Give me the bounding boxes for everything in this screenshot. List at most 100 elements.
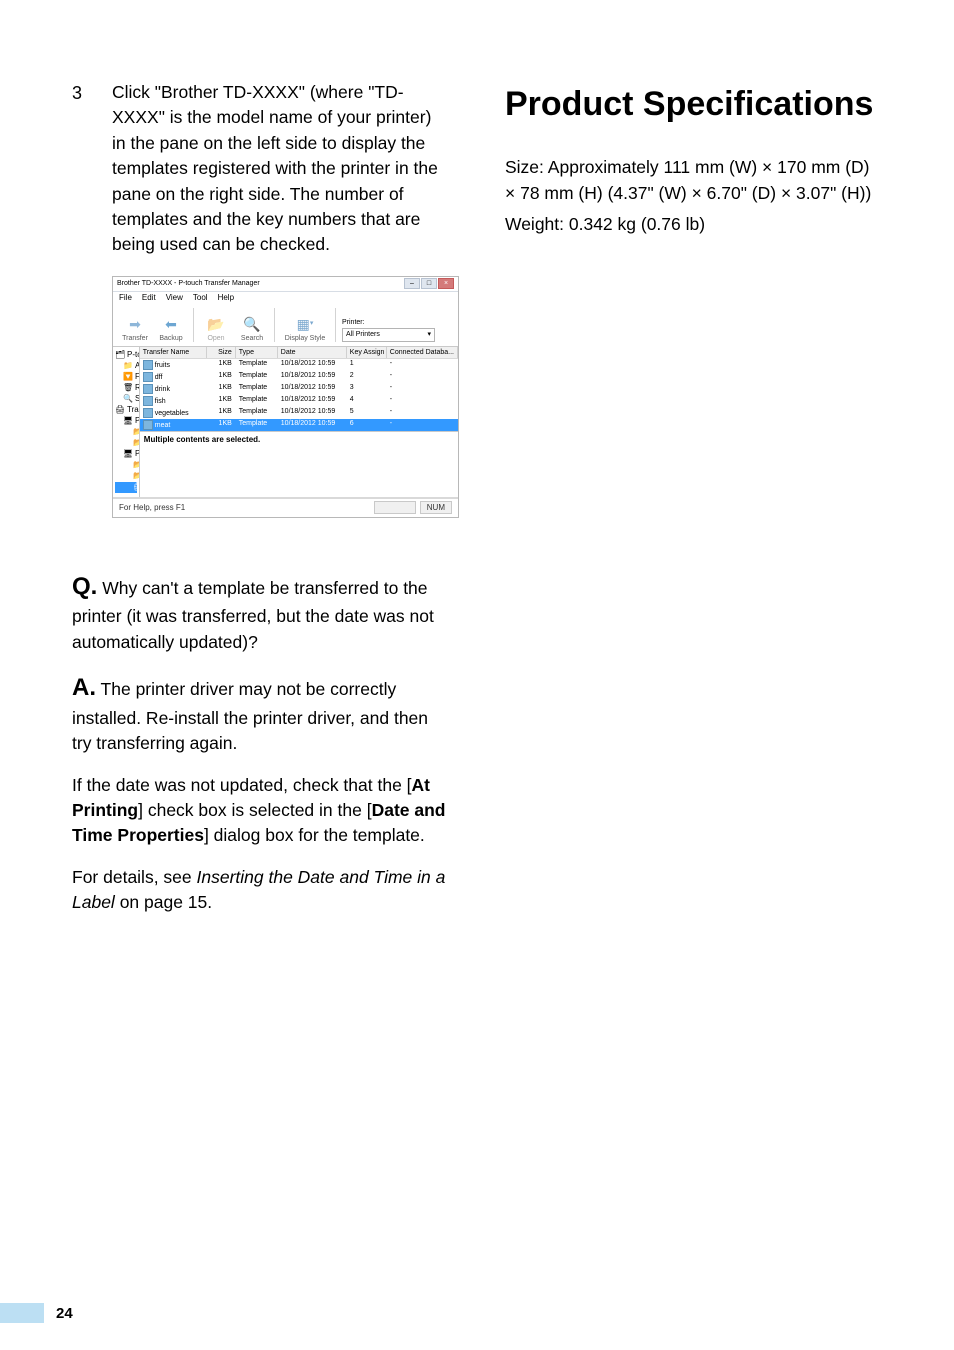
table-cell: 4 <box>347 395 387 407</box>
table-cell: 1KB <box>207 359 236 371</box>
template-icon <box>143 396 153 406</box>
col-connected-db[interactable]: Connected Databa... <box>387 347 458 358</box>
table-cell: Template <box>236 395 278 407</box>
table-cell: - <box>387 395 458 407</box>
table-row[interactable]: meat1KBTemplate10/18/2012 10:596- <box>140 419 458 431</box>
col-transfer-name[interactable]: Transfer Name <box>140 347 207 358</box>
q-prefix: Q. <box>72 573 97 600</box>
table-cell: - <box>387 359 458 371</box>
table-row[interactable]: vegetables1KBTemplate10/18/2012 10:595- <box>140 407 458 419</box>
folder-icon: 📂 <box>133 461 140 470</box>
footer-accent-bar <box>0 1303 44 1323</box>
menu-tool[interactable]: Tool <box>193 294 208 302</box>
table-cell: 10/18/2012 10:59 <box>278 395 347 407</box>
col-size[interactable]: Size <box>207 347 236 358</box>
template-icon <box>143 372 153 382</box>
backup-label: Backup <box>159 335 182 342</box>
tree-item-backups-1[interactable]: 📂Backups <box>115 438 137 449</box>
tree-item-selected-printer[interactable]: 🖨Brother TD-XXXX <box>115 482 137 493</box>
backup-icon: ⬅ <box>161 315 181 333</box>
answer-paragraph-3: For details, see Inserting the Date and … <box>72 865 449 916</box>
status-blank <box>374 501 416 514</box>
table-cell: 1 <box>347 359 387 371</box>
backup-button[interactable]: ⬅ Backup <box>155 315 187 342</box>
tree-pane[interactable]: 🗂 P-touch Library 📁All Contents 🔽Filter … <box>113 347 140 497</box>
tree-item-backups-2[interactable]: 📂Backups <box>115 471 137 482</box>
tree-item-pc-1[interactable]: 🖥PC (Brother TD-XXXX) <box>115 416 137 427</box>
tree-item-filter[interactable]: 🔽Filter <box>115 372 137 383</box>
filter-icon: 🔽 <box>123 373 132 382</box>
printer-label: Printer: <box>342 319 435 326</box>
table-cell: 1KB <box>207 383 236 395</box>
tree-item-pc-2[interactable]: 🖥PC (Brother TD-XXXX) <box>115 449 137 460</box>
tree-root-library[interactable]: 🗂 P-touch Library <box>115 350 137 361</box>
table-row[interactable]: fish1KBTemplate10/18/2012 10:594- <box>140 395 458 407</box>
table-cell: 2 <box>347 371 387 383</box>
table-cell: Template <box>236 383 278 395</box>
menu-edit[interactable]: Edit <box>142 294 156 302</box>
toolbar-separator <box>335 308 336 342</box>
table-cell: 10/18/2012 10:59 <box>278 419 347 431</box>
window-maximize-button[interactable]: □ <box>421 278 437 289</box>
step-3: 3 Click "Brother TD-XXXX" (where "TD-XXX… <box>72 80 449 258</box>
q-text: Why can't a template be transferred to t… <box>72 578 434 652</box>
search-button[interactable]: 🔍 Search <box>236 315 268 342</box>
tree-item-configurations-2[interactable]: 📂Configurations <box>115 460 137 471</box>
menu-view[interactable]: View <box>166 294 183 302</box>
folder-icon: 📁 <box>123 362 132 371</box>
folder-icon: 📂 <box>133 439 140 448</box>
step-number: 3 <box>72 80 94 258</box>
table-cell: meat <box>140 419 207 431</box>
toolbar-separator <box>274 308 275 342</box>
tree-root-transfer-manager[interactable]: 🖨 Transfer Manager <box>115 405 137 416</box>
table-row[interactable]: fruits1KBTemplate10/18/2012 10:591- <box>140 359 458 371</box>
table-cell: drink <box>140 383 207 395</box>
table-row[interactable]: drink1KBTemplate10/18/2012 10:593- <box>140 383 458 395</box>
open-button[interactable]: 📂 Open <box>200 315 232 342</box>
transfer-button[interactable]: ➡ Transfer <box>119 315 151 342</box>
display-style-button[interactable]: ▦▾ Display Style <box>281 315 329 342</box>
printer-icon: 🖨 <box>133 483 140 492</box>
page-number: 24 <box>56 1305 73 1322</box>
qa-section: Q. Why can't a template be transferred t… <box>72 570 449 916</box>
menu-help[interactable]: Help <box>218 294 234 302</box>
table-cell: 1KB <box>207 407 236 419</box>
table-header: Transfer Name Size Type Date Key Assign … <box>140 347 458 359</box>
preview-pane: Multiple contents are selected. <box>140 431 458 497</box>
printer-dropdown[interactable]: All Printers ▾ <box>342 328 435 342</box>
library-icon: 🗂 <box>115 351 124 360</box>
folder-icon: 📂 <box>133 428 140 437</box>
menu-file[interactable]: File <box>119 294 132 302</box>
status-bar: For Help, press F1 NUM <box>113 498 458 517</box>
left-column: 3 Click "Brother TD-XXXX" (where "TD-XXX… <box>72 80 449 1260</box>
table-cell: 1KB <box>207 419 236 431</box>
table-cell: fruits <box>140 359 207 371</box>
answer-paragraph-2: If the date was not updated, check that … <box>72 773 449 849</box>
step-text: Click "Brother TD-XXXX" (where "TD-XXXX"… <box>112 80 449 258</box>
table-cell: Template <box>236 419 278 431</box>
col-type[interactable]: Type <box>236 347 278 358</box>
col-date[interactable]: Date <box>278 347 347 358</box>
right-column: Product Specifications Size: Approximate… <box>505 80 882 1260</box>
table-cell: - <box>387 419 458 431</box>
dropdown-arrow-icon: ▾ <box>427 331 431 338</box>
p2-mid1: ] check box is selected in the [ <box>138 800 371 820</box>
tree-item-search-results[interactable]: 🔍Search Results <box>115 394 137 405</box>
window-close-button[interactable]: × <box>438 278 454 289</box>
table-cell: 10/18/2012 10:59 <box>278 359 347 371</box>
page-footer: 24 <box>0 1300 954 1326</box>
tree-item-all-contents[interactable]: 📁All Contents <box>115 361 137 372</box>
transfer-manager-icon: 🖨 <box>115 406 124 415</box>
ptouch-transfer-manager-screenshot: Brother TD-XXXX - P-touch Transfer Manag… <box>112 276 459 518</box>
p2-pre: If the date was not updated, check that … <box>72 775 412 795</box>
table-cell: 1KB <box>207 371 236 383</box>
col-key-assign[interactable]: Key Assign <box>347 347 387 358</box>
window-minimize-button[interactable]: – <box>404 278 420 289</box>
tree-root-label: P-touch Library <box>127 351 140 359</box>
status-text: For Help, press F1 <box>119 504 185 512</box>
window-titlebar: Brother TD-XXXX - P-touch Transfer Manag… <box>113 277 458 292</box>
tree-item-recycle-bin[interactable]: 🗑Recycle Bin <box>115 383 137 394</box>
tree-item-configurations-1[interactable]: 📂Configurations <box>115 427 137 438</box>
printer-selector-group: Printer: All Printers ▾ <box>342 319 435 342</box>
table-row[interactable]: dff1KBTemplate10/18/2012 10:592- <box>140 371 458 383</box>
